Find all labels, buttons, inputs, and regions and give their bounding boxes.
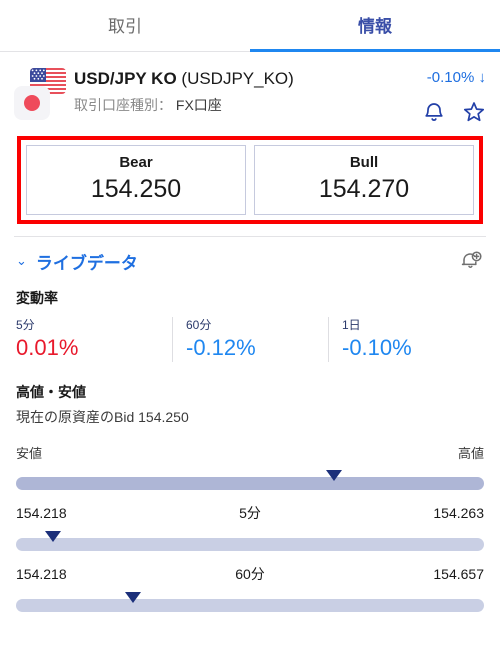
- change-rate-heading: 変動率: [16, 290, 58, 306]
- rate-value-5min: 0.01%: [16, 335, 79, 360]
- range-slider-60min: 154.218 60分 154.657: [16, 530, 484, 584]
- range-low-60min: 154.218: [16, 566, 67, 582]
- range-high-60min: 154.657: [433, 566, 484, 582]
- bell-icon[interactable]: [422, 100, 446, 124]
- range-track-wrap-1day[interactable]: [16, 591, 484, 613]
- range-low-5min: 154.218: [16, 505, 67, 521]
- instrument-code: (USDJPY_KO): [181, 69, 294, 88]
- bear-price: 154.250: [90, 175, 182, 203]
- live-data-header: ⌄ ライブデータ: [0, 237, 500, 274]
- range-marker[interactable]: [125, 592, 141, 603]
- instrument-symbol: USD/JPY KO: [74, 69, 177, 88]
- range-high-5min: 154.263: [433, 505, 484, 521]
- change-rate-row: 5分 0.01% 60分 -0.12% 1日 -0.10%: [0, 308, 500, 362]
- range-captions: 安値 高値: [16, 427, 484, 462]
- header-actions: [422, 100, 486, 124]
- bull-quote-button[interactable]: Bull 154.270: [254, 145, 474, 215]
- range-track-wrap-60min[interactable]: [16, 530, 484, 552]
- range-values-60min: 154.218 60分 154.657: [16, 552, 484, 584]
- range-slider-5min: 安値 高値 154.218 5分 154.263: [16, 427, 484, 523]
- account-type-value: FX口座: [175, 97, 222, 113]
- tab-info-label: 情報: [358, 17, 392, 36]
- range-track-wrap-5min[interactable]: [16, 469, 484, 491]
- quote-highlight-box: Bear 154.250 Bull 154.270: [17, 136, 483, 224]
- range-track: [16, 477, 484, 490]
- instrument-title: USD/JPY KO (USDJPY_KO): [74, 68, 422, 90]
- range-track: [16, 538, 484, 551]
- instrument-text: USD/JPY KO (USDJPY_KO) 取引口座種別： FX口座: [74, 66, 422, 116]
- caption-high: 高値: [457, 446, 484, 461]
- tab-info[interactable]: 情報: [250, 0, 500, 52]
- instrument-right: -0.10% ↓: [422, 66, 486, 124]
- high-low-sliders: 安値 高値 154.218 5分 154.263 154.218 60分 154…: [0, 427, 500, 613]
- range-track: [16, 599, 484, 612]
- chevron-down-icon[interactable]: ⌄: [16, 254, 27, 267]
- rate-cell-5min: 5分 0.01%: [16, 317, 172, 362]
- account-type-line: 取引口座種別： FX口座: [74, 94, 422, 116]
- bell-plus-icon[interactable]: [458, 248, 484, 274]
- rate-period-5min: 5分: [16, 318, 35, 332]
- rate-period-60min: 60分: [186, 318, 212, 332]
- bull-price: 154.270: [318, 175, 410, 203]
- range-marker[interactable]: [45, 531, 62, 542]
- rate-cell-1day: 1日 -0.10%: [328, 317, 484, 362]
- arrow-down-icon: ↓: [478, 69, 487, 86]
- range-values-5min: 154.218 5分 154.263: [16, 491, 484, 523]
- jp-flag-icon: [14, 86, 50, 120]
- high-low-heading: 高値・安値: [16, 384, 86, 400]
- tab-trade[interactable]: 取引: [0, 0, 250, 51]
- change-percent: -0.10% ↓: [427, 68, 486, 88]
- range-marker[interactable]: [326, 470, 343, 481]
- rate-value-1day: -0.10%: [342, 335, 412, 360]
- bull-label: Bull: [349, 154, 379, 171]
- account-type-label: 取引口座種別：: [74, 97, 172, 113]
- rate-period-1day: 1日: [342, 318, 361, 332]
- instrument-header: USD/JPY KO (USDJPY_KO) 取引口座種別： FX口座 -0.1…: [0, 52, 500, 130]
- range-period-60min: 60分: [235, 566, 265, 582]
- range-slider-1day: [16, 591, 484, 613]
- live-data-title[interactable]: ライブデータ: [36, 249, 458, 274]
- rate-value-60min: -0.12%: [186, 335, 256, 360]
- rate-cell-60min: 60分 -0.12%: [172, 317, 328, 362]
- flag-pair: [14, 66, 70, 120]
- star-icon[interactable]: [462, 100, 486, 124]
- tab-trade-label: 取引: [108, 17, 142, 36]
- change-percent-value: -0.10%: [426, 69, 475, 86]
- caption-low: 安値: [16, 446, 43, 461]
- bear-quote-button[interactable]: Bear 154.250: [26, 145, 246, 215]
- range-period-5min: 5分: [239, 505, 261, 521]
- current-bid-line: 現在の原資産のBid 154.250: [16, 409, 189, 425]
- tab-bar: 取引 情報: [0, 0, 500, 52]
- jp-flag-disc: [24, 95, 40, 111]
- bear-label: Bear: [119, 154, 153, 171]
